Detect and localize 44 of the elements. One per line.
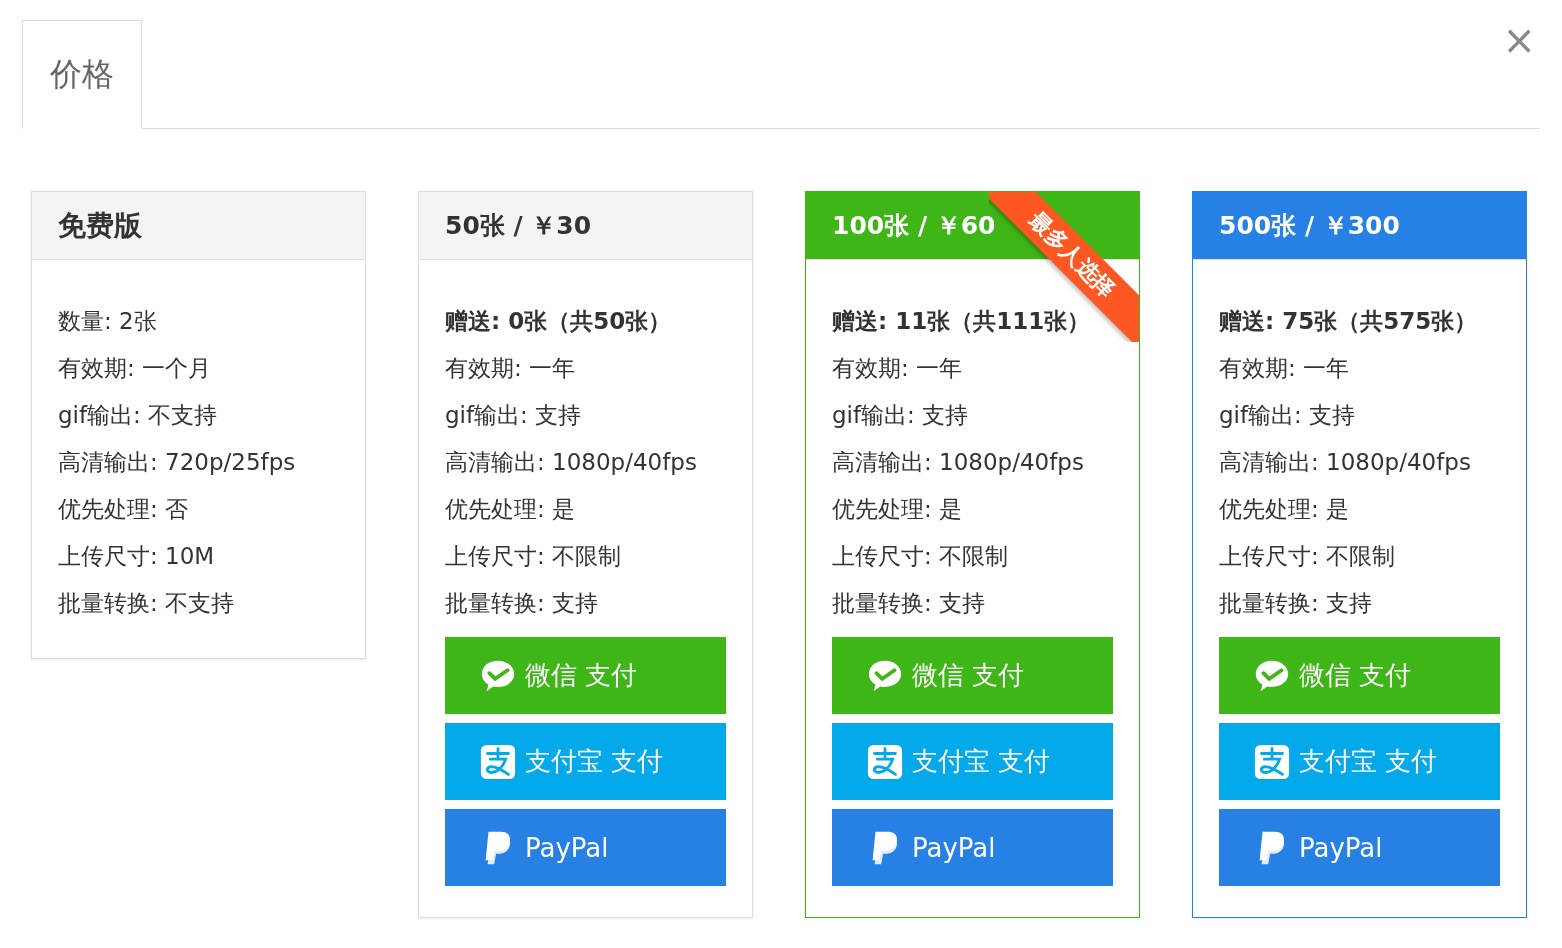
feature-text: gif输出: 支持 (832, 401, 970, 430)
feature-text: 上传尺寸: 不限制 (1219, 542, 1397, 571)
paypal-pay-button[interactable]: PayPal (832, 809, 1113, 886)
feature-text: 批量转换: 不支持 (58, 589, 236, 618)
alipay-pay-button[interactable]: 支付宝 支付 (832, 723, 1113, 800)
wallet-logo-icon (479, 742, 517, 781)
feature-text: gif输出: 支持 (1219, 401, 1357, 430)
feature-text: gif输出: 不支持 (58, 401, 219, 430)
alipay-pay-button[interactable]: 支付宝 支付 (445, 723, 726, 800)
feature-text: 高清输出: 1080p/40fps (1219, 448, 1472, 477)
price-tab[interactable]: 价格 (22, 20, 142, 129)
feature-text: 赠送: 0张（共50张） (445, 307, 673, 336)
feature-text: 优先处理: 是 (445, 495, 577, 524)
wechat-pay-button[interactable]: 微信 支付 (1219, 637, 1500, 714)
feature-text: 有效期: 一年 (1219, 354, 1351, 383)
feature-text: 批量转换: 支持 (1219, 589, 1374, 618)
feature-text: 优先处理: 是 (1219, 495, 1351, 524)
feature-text: 高清输出: 1080p/40fps (445, 448, 698, 477)
feature-text: 高清输出: 720p/25fps (58, 448, 297, 477)
close-button[interactable]: × (1498, 20, 1540, 60)
feature-text: 有效期: 一年 (832, 354, 964, 383)
paypal-pay-button[interactable]: PayPal (1219, 809, 1500, 886)
plan-title: 免费版 (58, 207, 142, 244)
wallet-logo-icon (866, 742, 904, 781)
feature-text: 上传尺寸: 不限制 (832, 542, 1010, 571)
plan-title: 50张 / ￥30 (445, 210, 592, 242)
feature-text: 上传尺寸: 10M (58, 542, 216, 571)
feature-text: 优先处理: 否 (58, 495, 190, 524)
wechat-pay-button[interactable]: 微信 支付 (445, 637, 726, 714)
alipay-pay-button[interactable]: 支付宝 支付 (1219, 723, 1500, 800)
feature-text: gif输出: 支持 (445, 401, 583, 430)
paypal-pay-button[interactable]: PayPal (445, 809, 726, 886)
feature-text: 优先处理: 是 (832, 495, 964, 524)
feature-text: 数量: 2张 (58, 307, 158, 336)
feature-text: 有效期: 一个月 (58, 354, 213, 383)
feature-text: 批量转换: 支持 (832, 589, 987, 618)
feature-text: 有效期: 一年 (445, 354, 577, 383)
wechat-pay-button[interactable]: 微信 支付 (832, 637, 1113, 714)
feature-text: 批量转换: 支持 (445, 589, 600, 618)
feature-text: 高清输出: 1080p/40fps (832, 448, 1085, 477)
feature-text: 赠送: 75张（共575张） (1219, 307, 1479, 336)
feature-text: 上传尺寸: 不限制 (445, 542, 623, 571)
plan-title: 500张 / ￥300 (1219, 210, 1400, 242)
wallet-logo-icon (1253, 742, 1291, 781)
